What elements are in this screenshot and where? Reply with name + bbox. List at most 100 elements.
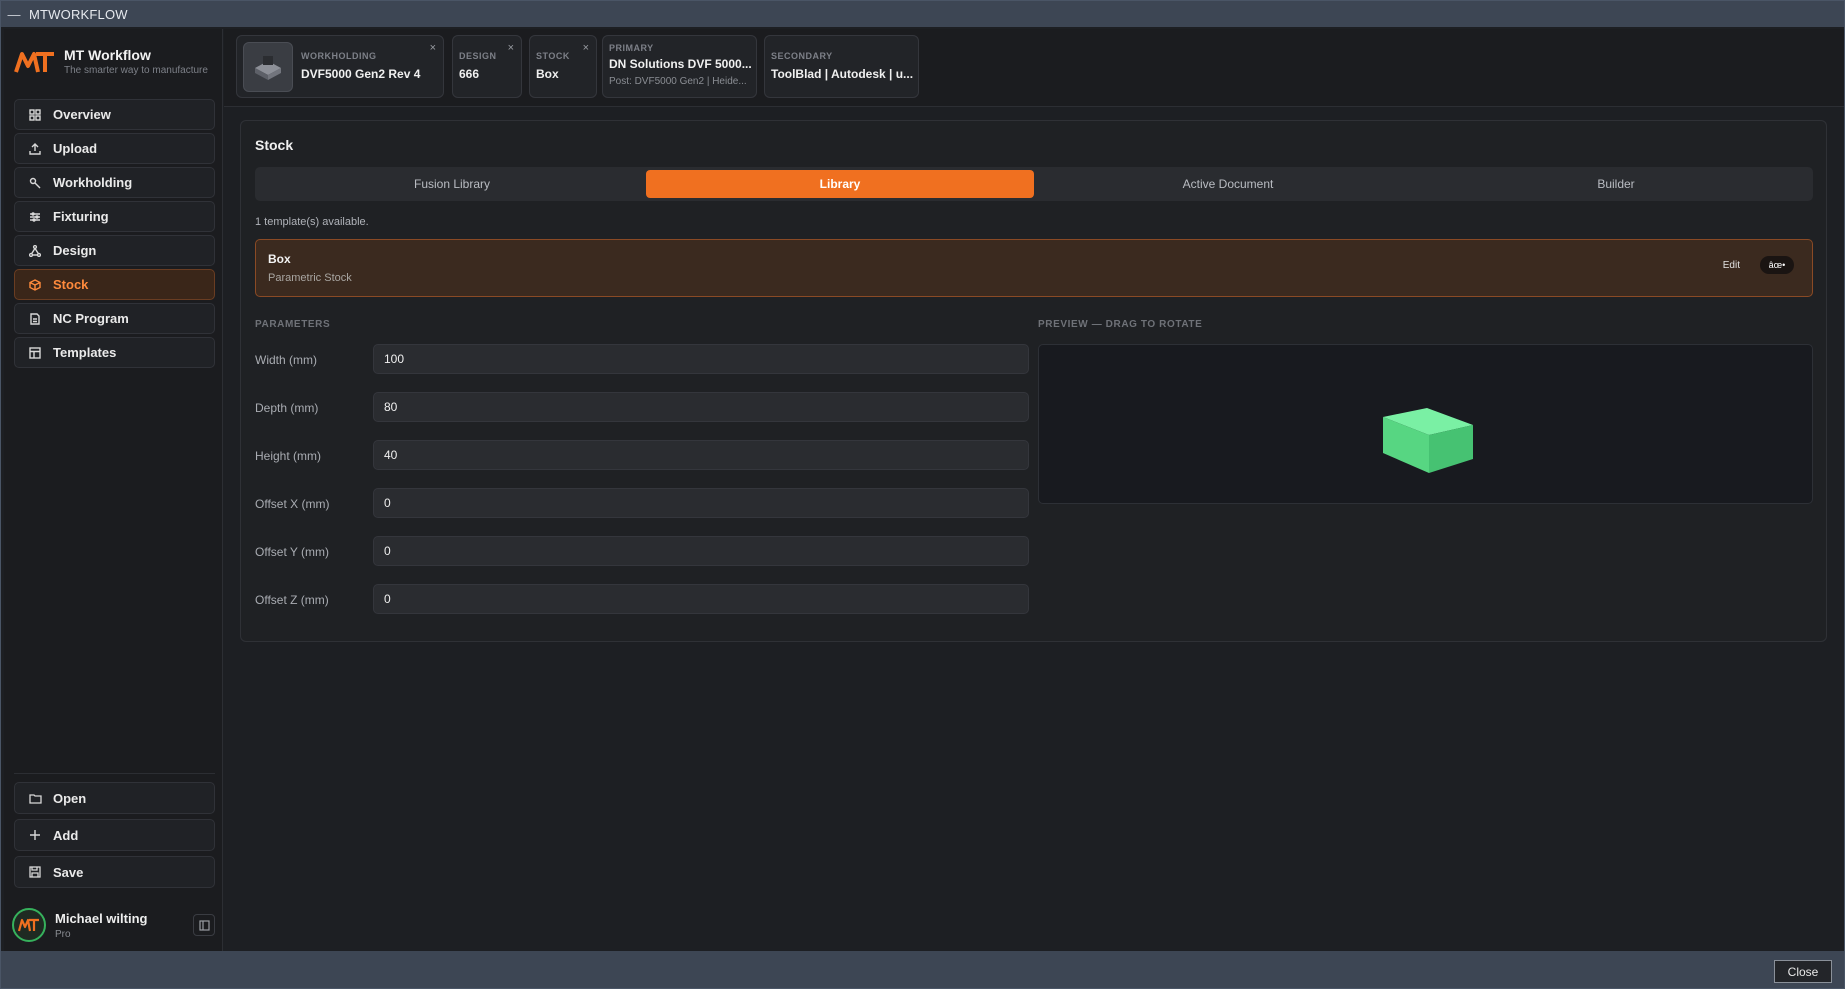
close-icon[interactable]: × [430,42,436,54]
grid-icon [27,108,43,122]
offset-y-field[interactable]: 0 [373,536,1029,566]
tab-active-document[interactable]: Active Document [1034,170,1422,198]
mt-logo-icon [18,918,39,932]
parameters-heading: PARAMETERS [255,319,331,330]
open-label: Open [53,790,87,806]
machine-icon [255,56,281,80]
tab-fusion-library[interactable]: Fusion Library [258,170,646,198]
file-code-icon [27,312,43,326]
minimize-icon[interactable]: — [7,7,21,22]
param-label: Height (mm) [255,449,322,463]
user-plan: Pro [55,928,71,940]
param-row: Depth (mm) 80 [255,392,1029,422]
stock-panel: Stock Fusion Library Library Active Docu… [240,120,1827,642]
height-field[interactable]: 40 [373,440,1029,470]
workholding-chip[interactable]: WORKHOLDING DVF5000 Gen2 Rev 4 × [236,35,444,98]
param-row: Offset Y (mm) 0 [255,536,1029,566]
layout-icon [27,346,43,360]
footer-bar: Close [1,951,1844,988]
param-label: Width (mm) [255,353,317,367]
brand: MT Workflow The smarter way to manufactu… [14,47,208,76]
sidebar-item-label: Stock [53,277,89,292]
sidebar-item-label: Overview [53,107,111,122]
sidebar-toggle-icon [198,919,210,931]
edit-button[interactable]: Edit [1723,260,1740,271]
save-label: Save [53,864,84,880]
sidebar-item-upload[interactable]: Upload [14,133,215,164]
param-label: Offset X (mm) [255,497,330,511]
param-label: Depth (mm) [255,401,319,415]
source-tabs: Fusion Library Library Active Document B… [255,167,1813,201]
tab-library[interactable]: Library [646,170,1034,198]
sidebar-item-label: Fixturing [53,209,109,224]
context-bar: WORKHOLDING DVF5000 Gen2 Rev 4 × DESIGN … [224,29,1844,107]
window-title: MTWORKFLOW [29,6,128,22]
param-row: Offset Z (mm) 0 [255,584,1029,614]
sidebar-item-stock[interactable]: Stock [14,269,215,300]
close-button[interactable]: Close [1774,960,1832,983]
close-icon[interactable]: × [583,42,589,54]
chip-label: WORKHOLDING [301,51,377,61]
param-row: Offset X (mm) 0 [255,488,1029,518]
sidebar-item-label: NC Program [53,311,129,326]
secondary-chip[interactable]: SECONDARY ToolBlad | Autodesk | u... [764,35,919,98]
chip-value: Box [536,67,559,81]
chip-label: SECONDARY [771,51,833,61]
offset-z-field[interactable]: 0 [373,584,1029,614]
primary-chip[interactable]: PRIMARY DN Solutions DVF 5000... Post: D… [602,35,757,98]
sidebar-item-label: Design [53,243,97,258]
template-name: Box [268,252,291,266]
template-card[interactable]: Box Parametric Stock Edit âœ• [255,239,1813,297]
add-button[interactable]: Add [14,819,215,851]
wrench-icon [27,176,43,190]
save-button[interactable]: Save [14,856,215,888]
chip-label: STOCK [536,51,570,61]
offset-x-field[interactable]: 0 [373,488,1029,518]
user-profile[interactable]: Michael wilting Pro [12,905,217,945]
width-field[interactable]: 100 [373,344,1029,374]
sidebar-divider [14,773,215,774]
sidebar-item-design[interactable]: Design [14,235,215,266]
upload-icon [27,142,43,156]
depth-field[interactable]: 80 [373,392,1029,422]
chip-label: DESIGN [459,51,497,61]
sidebar-item-templates[interactable]: Templates [14,337,215,368]
stock-preview-viewport[interactable] [1038,344,1813,504]
param-label: Offset Y (mm) [255,545,330,559]
page-title: Stock [255,137,294,153]
sidebar-item-nc-program[interactable]: NC Program [14,303,215,334]
template-description: Parametric Stock [268,272,352,284]
avatar [12,908,46,942]
param-row: Width (mm) 100 [255,344,1029,374]
save-icon [27,865,43,879]
brand-name: MT Workflow [64,47,151,63]
preview-heading: PREVIEW — DRAG TO ROTATE [1038,319,1203,330]
sidebar-nav: Overview Upload Workholding Fixturing De… [14,99,215,371]
sidebar-item-workholding[interactable]: Workholding [14,167,215,198]
tab-builder[interactable]: Builder [1422,170,1810,198]
design-chip[interactable]: DESIGN 666 × [452,35,522,98]
sidebar-item-label: Upload [53,141,98,156]
sidebar-item-fixturing[interactable]: Fixturing [14,201,215,232]
sidebar: MT Workflow The smarter way to manufactu… [4,29,223,951]
add-label: Add [53,827,79,843]
nodes-icon [27,244,43,258]
template-menu-button[interactable]: âœ• [1760,256,1794,274]
sidebar-actions: Open Add Save [14,782,215,893]
template-count: 1 template(s) available. [255,216,369,228]
app-window: — MTWORKFLOW MT Workflow The smarter way… [0,0,1845,989]
close-icon[interactable]: × [508,42,514,54]
stock-chip[interactable]: STOCK Box × [529,35,597,98]
mt-logo-icon [14,51,54,73]
param-row: Height (mm) 40 [255,440,1029,470]
user-name: Michael wilting [55,910,148,926]
open-button[interactable]: Open [14,782,215,814]
collapse-sidebar-button[interactable] [193,914,215,936]
sidebar-item-label: Templates [53,345,117,360]
sidebar-item-overview[interactable]: Overview [14,99,215,130]
stock-box-preview [1383,408,1473,473]
chip-value: DN Solutions DVF 5000... [609,57,751,71]
brand-tagline: The smarter way to manufacture [64,65,208,76]
chip-subtext: Post: DVF5000 Gen2 | Heide... [609,76,747,87]
box-icon [27,278,43,292]
